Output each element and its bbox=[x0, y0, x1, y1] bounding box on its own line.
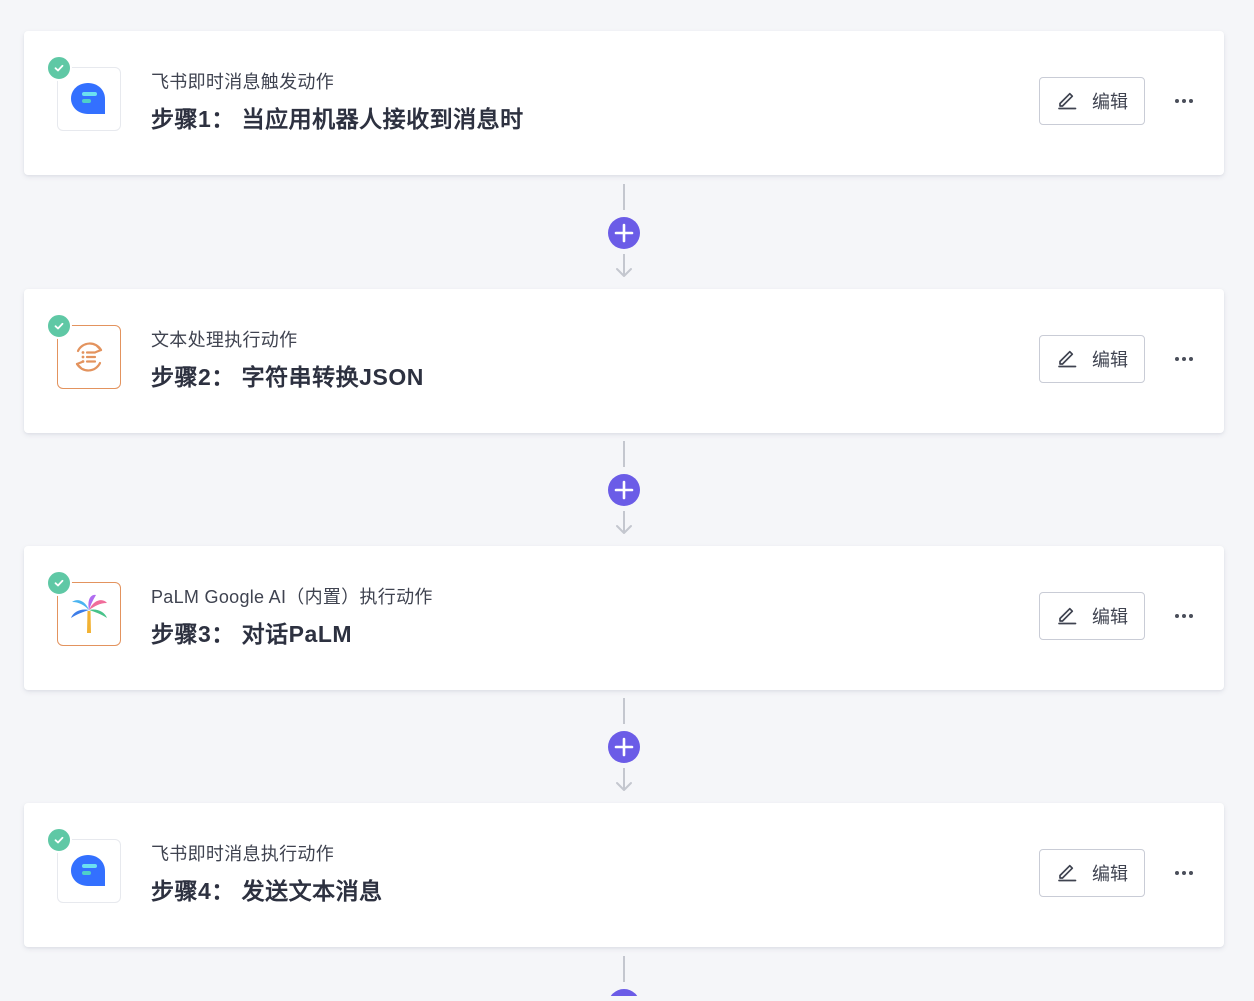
plus-circle-icon[interactable] bbox=[608, 217, 640, 249]
edit-button[interactable]: 编辑 bbox=[1039, 77, 1145, 125]
plus-circle-icon[interactable] bbox=[608, 474, 640, 506]
check-icon bbox=[46, 827, 72, 853]
edit-button[interactable]: 编辑 bbox=[1039, 335, 1145, 383]
edit-button-label: 编辑 bbox=[1092, 350, 1128, 370]
step-card-4[interactable]: 飞书即时消息执行动作 步骤4： 发送文本消息 编辑 bbox=[24, 803, 1224, 947]
pencil-icon bbox=[1056, 88, 1078, 115]
step-connector bbox=[600, 694, 648, 806]
step-title: 步骤2： 字符串转换JSON bbox=[151, 364, 424, 390]
step-title: 步骤4： 发送文本消息 bbox=[151, 878, 383, 904]
step-subtitle: PaLM Google AI（内置）执行动作 bbox=[151, 587, 433, 607]
edit-button-label: 编辑 bbox=[1092, 864, 1128, 884]
plus-circle-icon[interactable] bbox=[608, 731, 640, 763]
check-icon bbox=[46, 313, 72, 339]
step-title: 步骤3： 对话PaLM bbox=[151, 621, 353, 647]
ellipsis-icon[interactable] bbox=[1172, 863, 1196, 883]
step-connector bbox=[600, 180, 648, 292]
ellipsis-icon[interactable] bbox=[1172, 91, 1196, 111]
pencil-icon bbox=[1056, 860, 1078, 887]
step-subtitle: 飞书即时消息执行动作 bbox=[151, 844, 334, 864]
step-subtitle: 飞书即时消息触发动作 bbox=[151, 72, 334, 92]
step-subtitle: 文本处理执行动作 bbox=[151, 330, 298, 350]
pencil-icon bbox=[1056, 346, 1078, 373]
step-card-2[interactable]: 文本处理执行动作 步骤2： 字符串转换JSON 编辑 bbox=[24, 289, 1224, 433]
plus-circle-icon[interactable] bbox=[608, 989, 640, 1001]
edit-button[interactable]: 编辑 bbox=[1039, 592, 1145, 640]
check-icon bbox=[46, 570, 72, 596]
edit-button[interactable]: 编辑 bbox=[1039, 849, 1145, 897]
ellipsis-icon[interactable] bbox=[1172, 606, 1196, 626]
workflow-canvas: 飞书即时消息触发动作 步骤1： 当应用机器人接收到消息时 编辑 文本处理执行动作… bbox=[0, 0, 1254, 1001]
step-title: 步骤1： 当应用机器人接收到消息时 bbox=[151, 106, 524, 132]
step-card-1[interactable]: 飞书即时消息触发动作 步骤1： 当应用机器人接收到消息时 编辑 bbox=[24, 31, 1224, 175]
step-card-3[interactable]: PaLM Google AI（内置）执行动作 步骤3： 对话PaLM 编辑 bbox=[24, 546, 1224, 690]
edit-button-label: 编辑 bbox=[1092, 607, 1128, 627]
pencil-icon bbox=[1056, 603, 1078, 630]
step-connector bbox=[600, 952, 648, 1001]
step-connector bbox=[600, 437, 648, 549]
check-icon bbox=[46, 55, 72, 81]
ellipsis-icon[interactable] bbox=[1172, 349, 1196, 369]
edit-button-label: 编辑 bbox=[1092, 92, 1128, 112]
